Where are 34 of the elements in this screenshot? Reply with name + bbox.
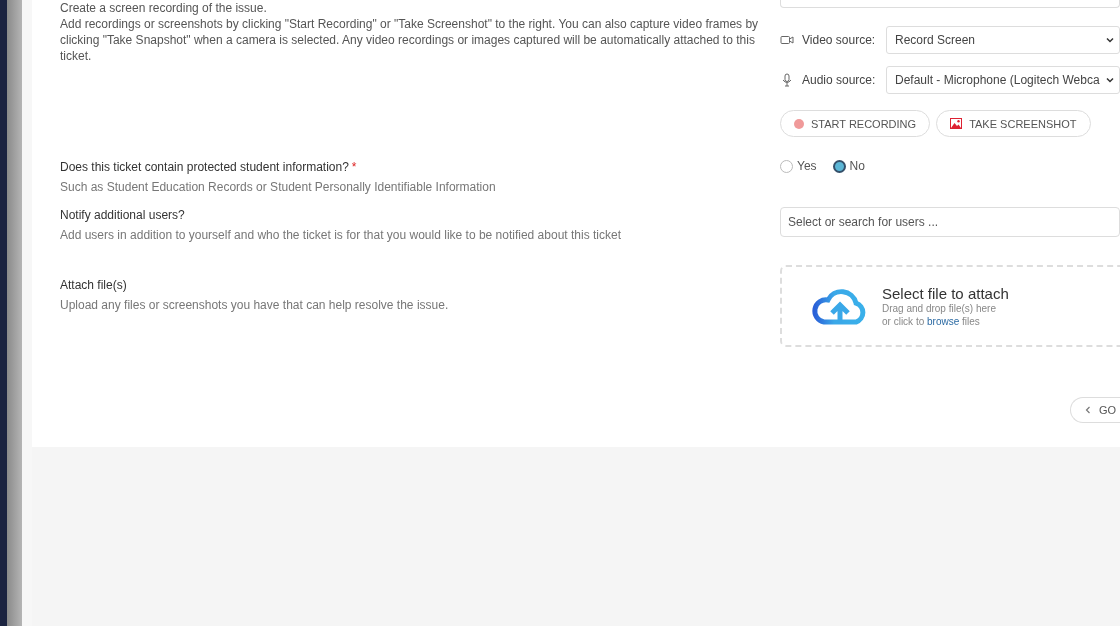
- microphone-icon: [780, 73, 794, 87]
- user-search-field[interactable]: Select or search for users ...: [780, 207, 1120, 237]
- go-back-button[interactable]: GO: [1070, 397, 1120, 423]
- image-icon: [950, 118, 963, 129]
- hint-text: Such as Student Education Records or Student Personally Identifiable Information: [60, 179, 497, 195]
- radio-button[interactable]: [780, 159, 793, 173]
- radio-label[interactable]: No: [849, 159, 865, 173]
- chevron-left-icon: [1083, 405, 1093, 415]
- video-source-select[interactable]: Record Screen: [886, 26, 1120, 54]
- required-mark: *: [351, 160, 357, 174]
- screenshot-button[interactable]: TAKE SCREENSHOT: [936, 110, 1091, 137]
- drop-zone-title: Select file to attach: [882, 284, 1009, 302]
- file-drop-zone[interactable]: Select file to attach Drag and drop file(s) here or click to browse files: [780, 265, 1120, 347]
- drop-zone-text: Drag and drop file(s) here: [882, 301, 997, 315]
- intro-text: Create a screen recording of the issue.: [60, 0, 268, 16]
- audio-source-select[interactable]: Default - Microphone (Logitech Webca: [886, 66, 1120, 94]
- radio-button[interactable]: [832, 159, 846, 173]
- drop-zone-text: or click to browse files: [882, 314, 981, 328]
- text-field[interactable]: [780, 0, 1120, 8]
- video-camera-icon: [780, 33, 794, 47]
- question-label: Notify additional users?: [60, 207, 186, 223]
- question-label: Does this ticket contain protected student information?: [60, 160, 349, 174]
- field-label: Audio source:: [802, 73, 877, 87]
- question-label: Attach file(s): [60, 277, 128, 293]
- hint-text: Add users in addition to yourself and who the ticket is for that you would like to be notified about this ticket: [60, 227, 622, 243]
- record-button[interactable]: START RECORDING: [780, 110, 931, 137]
- hint-text: Upload any files or screenshots you have that can help resolve the issue.: [60, 297, 450, 313]
- browse-link[interactable]: browse: [927, 315, 960, 327]
- caret-icon: [1105, 75, 1115, 85]
- caret-icon: [1105, 35, 1115, 45]
- radio-label[interactable]: Yes: [797, 159, 817, 173]
- intro-text: Add recordings or screenshots by clicking "Start Recording" or "Take Screenshot" to the right. You can also capture video frames by clicking "Take Snapshot" when a camera is selected. Any video recordings or images captured will be automatically attached to this ticket.: [60, 16, 760, 64]
- field-label: Video source:: [802, 33, 877, 47]
- record-dot-icon: [794, 118, 804, 129]
